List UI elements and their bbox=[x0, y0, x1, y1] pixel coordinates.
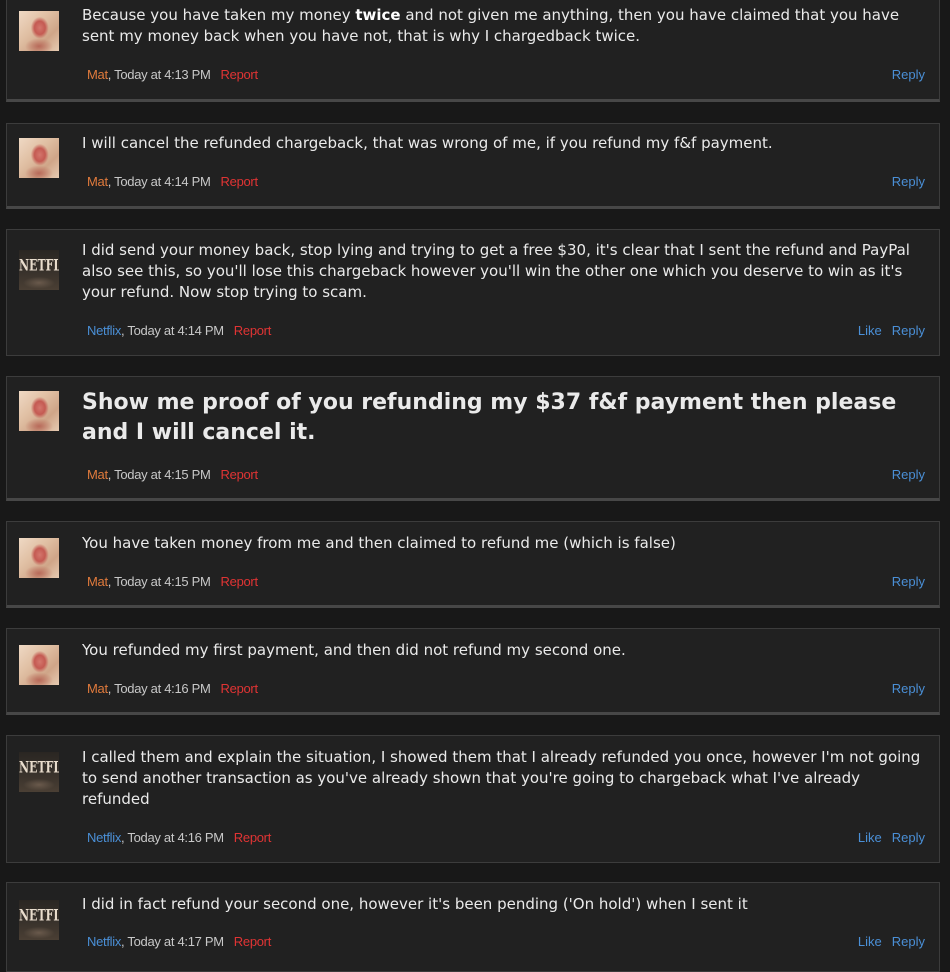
reply-link[interactable]: Reply bbox=[892, 934, 925, 949]
post-actions: Reply bbox=[892, 574, 925, 589]
post-date[interactable]: , Today at 4:14 PM bbox=[121, 323, 224, 338]
message-meta: Mat, Today at 4:15 PM Report bbox=[87, 467, 258, 482]
message-post: I will cancel the refunded chargeback, t… bbox=[6, 123, 940, 209]
author-link[interactable]: Mat bbox=[87, 174, 108, 189]
post-actions: Like Reply bbox=[858, 830, 925, 845]
avatar[interactable] bbox=[19, 645, 59, 685]
author-link[interactable]: Mat bbox=[87, 574, 108, 589]
reply-link[interactable]: Reply bbox=[892, 830, 925, 845]
post-date[interactable]: , Today at 4:15 PM bbox=[108, 574, 211, 589]
post-date[interactable]: , Today at 4:15 PM bbox=[108, 467, 211, 482]
like-link[interactable]: Like bbox=[858, 323, 882, 338]
message-post: You have taken money from me and then cl… bbox=[6, 521, 940, 608]
post-actions: Like Reply bbox=[858, 934, 925, 949]
report-link[interactable]: Report bbox=[221, 467, 259, 482]
avatar[interactable]: NETFLIX bbox=[19, 250, 59, 290]
post-date[interactable]: , Today at 4:13 PM bbox=[108, 67, 211, 82]
message-post: Show me proof of you refunding my $37 f&… bbox=[6, 376, 940, 501]
message-text: I did in fact refund your second one, ho… bbox=[82, 895, 748, 913]
post-date[interactable]: , Today at 4:16 PM bbox=[108, 681, 211, 696]
reply-link[interactable]: Reply bbox=[892, 574, 925, 589]
message-text: I did send your money back, stop lying a… bbox=[82, 241, 910, 301]
post-actions: Reply bbox=[892, 174, 925, 189]
avatar-logo-text: NETFLIX bbox=[19, 758, 59, 777]
avatar[interactable]: NETFLIX bbox=[19, 752, 59, 792]
author-link[interactable]: Netflix bbox=[87, 934, 121, 949]
report-link[interactable]: Report bbox=[234, 830, 272, 845]
message-post: You refunded my first payment, and then … bbox=[6, 628, 940, 715]
post-actions: Reply bbox=[892, 681, 925, 696]
avatar[interactable] bbox=[19, 138, 59, 178]
reply-link[interactable]: Reply bbox=[892, 67, 925, 82]
message-meta: Mat, Today at 4:15 PM Report bbox=[87, 574, 258, 589]
avatar[interactable]: NETFLIX bbox=[19, 900, 59, 940]
like-link[interactable]: Like bbox=[858, 830, 882, 845]
reply-link[interactable]: Reply bbox=[892, 681, 925, 696]
reply-link[interactable]: Reply bbox=[892, 174, 925, 189]
report-link[interactable]: Report bbox=[221, 174, 259, 189]
message-meta: Netflix, Today at 4:14 PM Report bbox=[87, 323, 271, 338]
avatar[interactable] bbox=[19, 11, 59, 51]
avatar-logo-text: NETFLIX bbox=[19, 256, 59, 275]
post-date[interactable]: , Today at 4:16 PM bbox=[121, 830, 224, 845]
message-post: NETFLIX I did send your money back, stop… bbox=[6, 229, 940, 356]
message-text: You refunded my first payment, and then … bbox=[82, 641, 626, 659]
message-text: Show me proof of you refunding my $37 f&… bbox=[82, 390, 897, 445]
post-actions: Reply bbox=[892, 467, 925, 482]
avatar[interactable] bbox=[19, 391, 59, 431]
post-actions: Reply bbox=[892, 67, 925, 82]
message-text: You have taken money from me and then cl… bbox=[82, 534, 676, 552]
message-meta: Mat, Today at 4:14 PM Report bbox=[87, 174, 258, 189]
message-meta: Mat, Today at 4:16 PM Report bbox=[87, 681, 258, 696]
message-meta: Netflix, Today at 4:17 PM Report bbox=[87, 934, 271, 949]
message-text: I will cancel the refunded chargeback, t… bbox=[82, 134, 773, 152]
report-link[interactable]: Report bbox=[234, 934, 272, 949]
author-link[interactable]: Netflix bbox=[87, 830, 121, 845]
message-post: Because you have taken my money twice an… bbox=[6, 0, 940, 102]
message-text: Because you have taken my money twice an… bbox=[82, 5, 925, 47]
message-text-bold: twice bbox=[355, 6, 401, 24]
post-date[interactable]: , Today at 4:17 PM bbox=[121, 934, 224, 949]
report-link[interactable]: Report bbox=[221, 67, 259, 82]
author-link[interactable]: Netflix bbox=[87, 323, 121, 338]
report-link[interactable]: Report bbox=[221, 574, 259, 589]
message-post: NETFLIX I called them and explain the si… bbox=[6, 735, 940, 863]
like-link[interactable]: Like bbox=[858, 934, 882, 949]
reply-link[interactable]: Reply bbox=[892, 467, 925, 482]
author-link[interactable]: Mat bbox=[87, 681, 108, 696]
message-meta: Mat, Today at 4:13 PM Report bbox=[87, 67, 258, 82]
message-post: NETFLIX I did in fact refund your second… bbox=[6, 882, 940, 972]
message-meta: Netflix, Today at 4:16 PM Report bbox=[87, 830, 271, 845]
report-link[interactable]: Report bbox=[221, 681, 259, 696]
message-text: I called them and explain the situation,… bbox=[82, 748, 921, 808]
avatar[interactable] bbox=[19, 538, 59, 578]
author-link[interactable]: Mat bbox=[87, 67, 108, 82]
post-date[interactable]: , Today at 4:14 PM bbox=[108, 174, 211, 189]
post-actions: Like Reply bbox=[858, 323, 925, 338]
author-link[interactable]: Mat bbox=[87, 467, 108, 482]
report-link[interactable]: Report bbox=[234, 323, 272, 338]
message-text-part: Because you have taken my money bbox=[82, 6, 356, 24]
avatar-logo-text: NETFLIX bbox=[19, 906, 59, 925]
reply-link[interactable]: Reply bbox=[892, 323, 925, 338]
